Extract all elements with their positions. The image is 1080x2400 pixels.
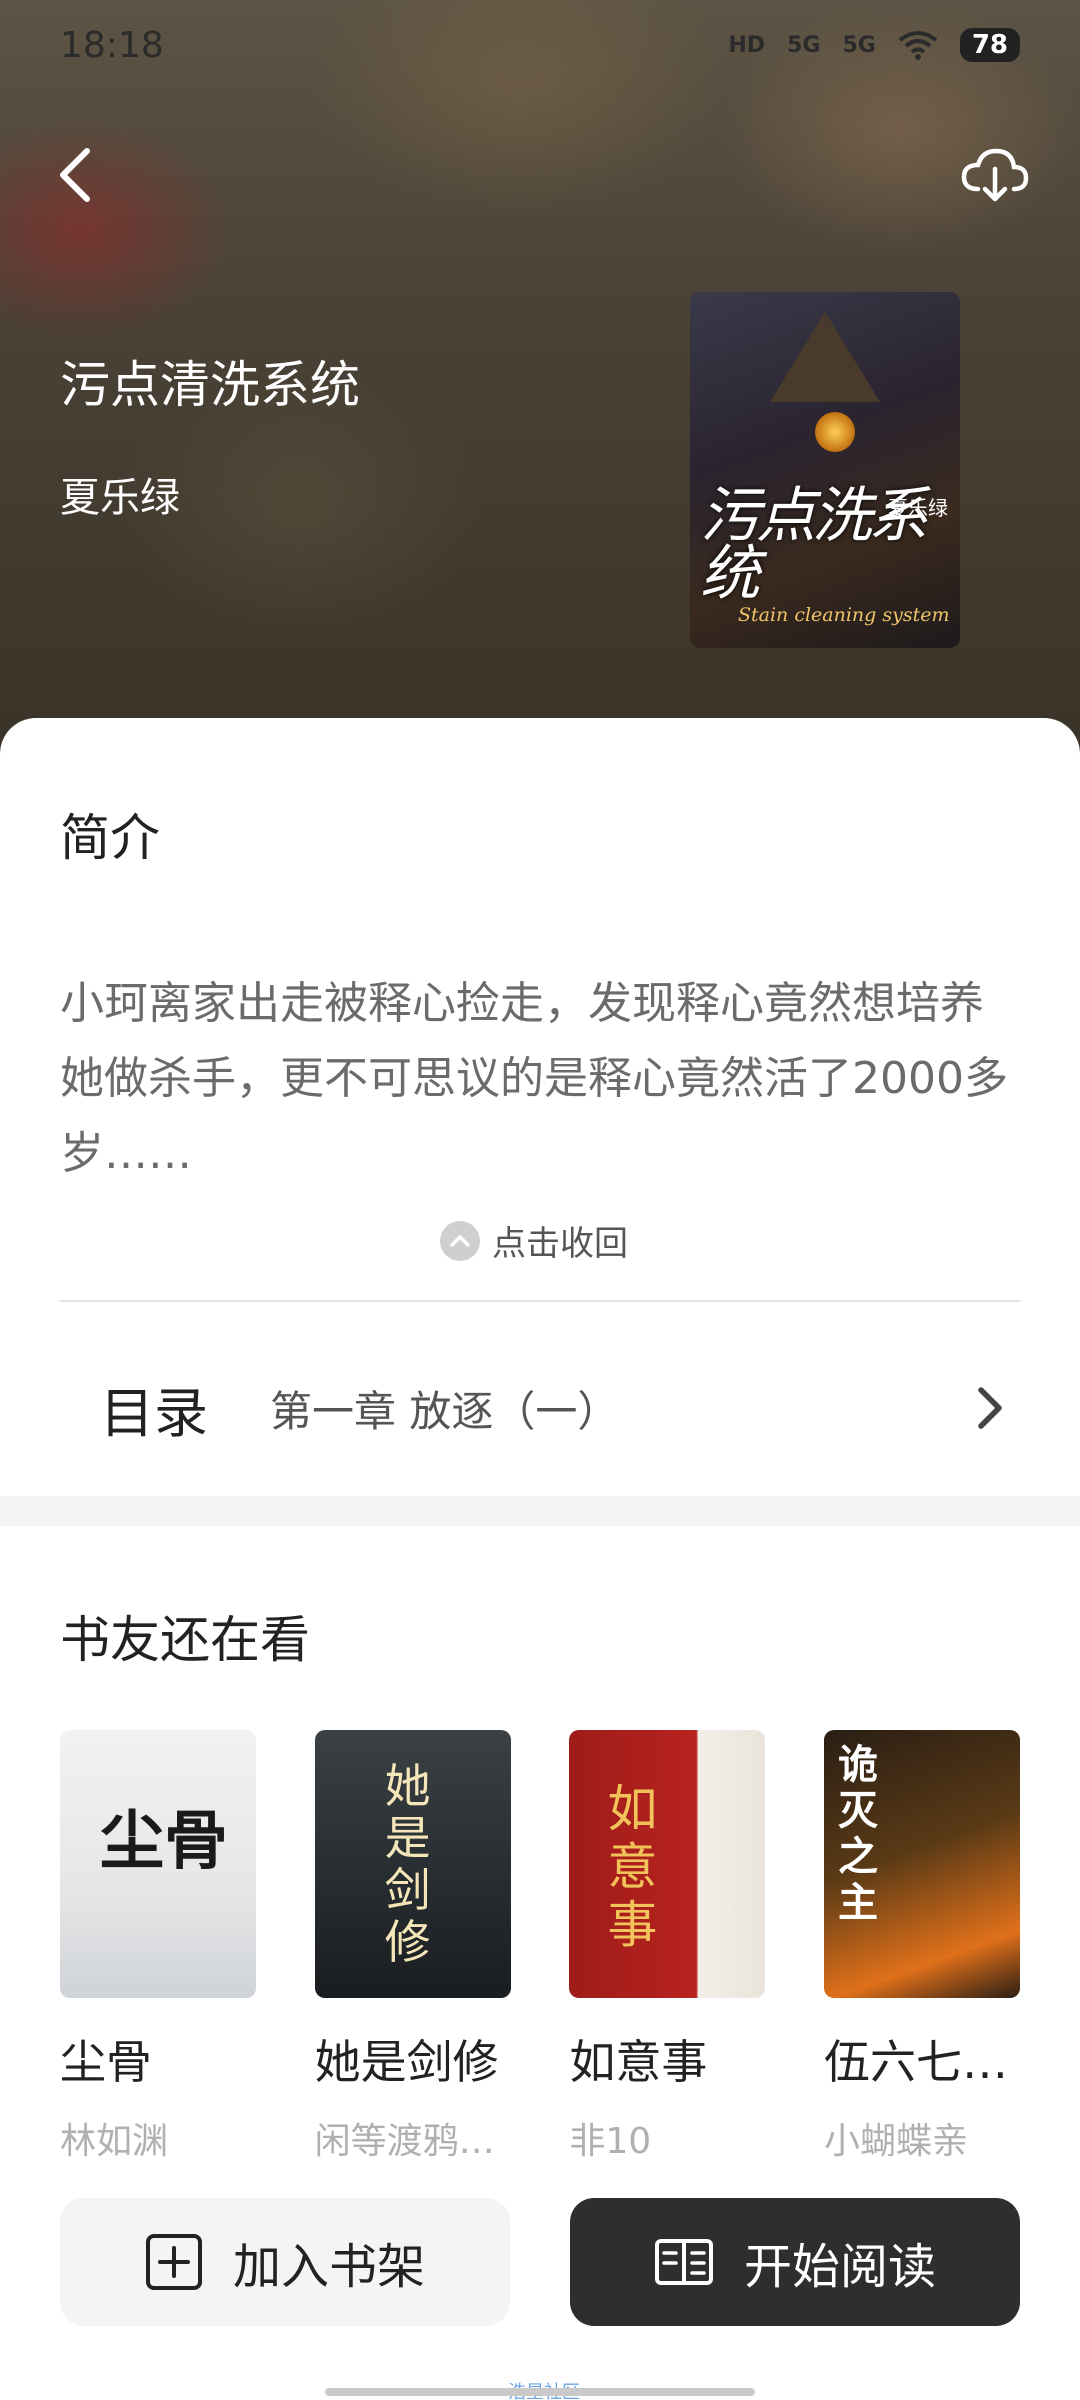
open-book-icon (654, 2239, 713, 2285)
book-title: 污点清洗系统 (60, 356, 360, 414)
recommendation-author: 闲等渡鸦… (314, 2121, 495, 2162)
toc-label: 目录 (100, 1381, 208, 1445)
start-reading-label: 开始阅读 (743, 2239, 936, 2295)
recommendation-title: 她是剑修 (314, 2035, 499, 2089)
recommendation-title: 伍六七… (823, 2035, 1008, 2089)
book-author: 夏乐绿 (60, 475, 180, 521)
toc-current-chapter: 第一章 放逐（一） (270, 1386, 620, 1436)
cover-art-hat (770, 312, 880, 402)
book-cover[interactable]: 污点洗系统 夏乐绿 Stain cleaning system (690, 292, 960, 648)
start-reading-button[interactable]: 开始阅读 (570, 2198, 1020, 2326)
recommendation-item[interactable]: 她是剑修 她是剑修 闲等渡鸦… (314, 1730, 511, 2164)
recommendation-title: 尘骨 (60, 2035, 152, 2089)
recommendation-item[interactable]: 尘骨 尘骨 林如渊 (60, 1730, 256, 2164)
wifi-icon (898, 31, 938, 60)
recommendation-item[interactable]: 如意事 如意事 非10 (569, 1730, 766, 2164)
detail-panel: 简介 小珂离家出走被释心捡走，发现释心竟然想培养她做杀手，更不可思议的是释心竟然… (0, 718, 1080, 2400)
status-time: 18:18 (60, 24, 164, 66)
recommendation-cover[interactable]: 她是剑修 (314, 1730, 511, 1998)
recommendation-author: 林如渊 (60, 2121, 169, 2162)
download-button[interactable] (950, 140, 1040, 210)
intro-heading: 简介 (60, 809, 160, 867)
status-bar: 18:18 HD 5G 5G 78 (0, 0, 1080, 90)
cover-author-text: 夏乐绿 (888, 496, 948, 520)
cover-art-lamp (815, 412, 855, 452)
table-of-contents-row[interactable]: 目录 第一章 放逐（一） (60, 1318, 1020, 1498)
recommendation-author: 非10 (569, 2121, 652, 2162)
divider (60, 1300, 1020, 1302)
section-separator (0, 1496, 1080, 1526)
home-indicator[interactable] (325, 2388, 755, 2396)
chevron-up-icon (440, 1220, 480, 1261)
recommendation-list: 尘骨 尘骨 林如渊 她是剑修 她是剑修 闲等渡鸦… 如意事 如意事 非10 诡灭… (60, 1730, 1020, 2164)
signal-icon-1: 5G (787, 32, 821, 58)
chevron-left-icon (60, 148, 90, 202)
add-to-shelf-label: 加入书架 (232, 2239, 425, 2295)
recommendation-cover[interactable]: 如意事 (569, 1730, 766, 1998)
recommendation-title: 如意事 (569, 2035, 708, 2089)
cover-text: 她是剑修 (384, 1759, 431, 1969)
cover-subtitle-text: Stain cleaning system (738, 604, 950, 626)
status-icons: HD 5G 5G 78 (728, 28, 1020, 62)
cover-text: 如意事 (607, 1780, 658, 1954)
recommendation-item[interactable]: 诡灭之主 伍六七… 小蝴蝶亲 (823, 1730, 1020, 2164)
recommendation-author: 小蝴蝶亲 (823, 2121, 968, 2162)
cover-text: 尘骨 (100, 1804, 228, 1879)
cloud-download-icon (961, 148, 1029, 202)
action-bar: 加入书架 开始阅读 (60, 2198, 1020, 2326)
back-button[interactable] (40, 140, 110, 210)
recommendation-cover[interactable]: 尘骨 (60, 1730, 256, 1998)
add-to-shelf-button[interactable]: 加入书架 (60, 2198, 510, 2326)
collapse-label: 点击收回 (492, 1224, 628, 1264)
cover-text: 诡灭之主 (837, 1741, 878, 1926)
intro-text: 小珂离家出走被释心捡走，发现释心竟然想培养她做杀手，更不可思议的是释心竟然活了2… (60, 978, 1008, 1179)
chevron-right-icon (970, 1378, 1010, 1438)
plus-square-icon (145, 2234, 202, 2290)
signal-icon-2: 5G (842, 32, 876, 58)
recommendations-heading: 书友还在看 (60, 1611, 310, 1669)
hd-icon: HD (728, 32, 766, 58)
recommendation-cover[interactable]: 诡灭之主 (823, 1730, 1020, 1998)
battery-indicator: 78 (959, 28, 1020, 62)
collapse-button[interactable]: 点击收回 (440, 1216, 628, 1265)
